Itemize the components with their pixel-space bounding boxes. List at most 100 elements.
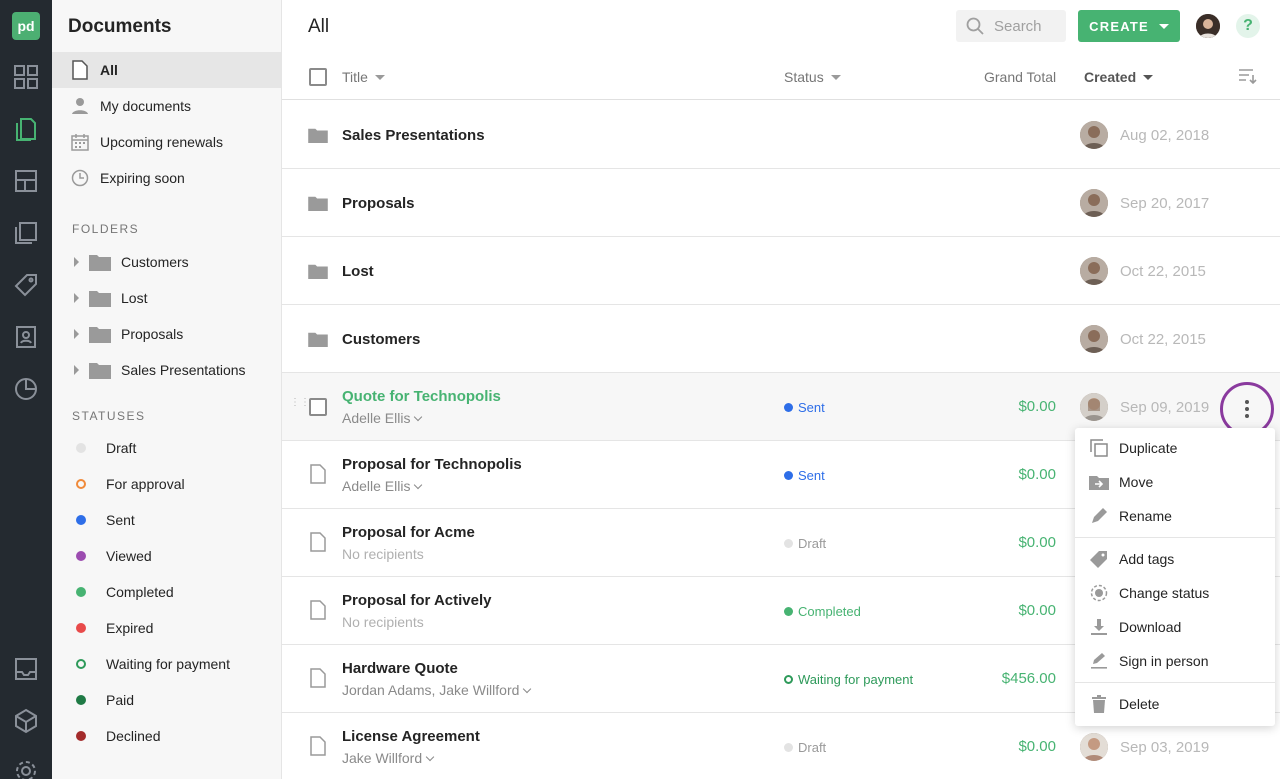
status-badge: Draft — [784, 740, 826, 755]
menu-divider — [1075, 537, 1275, 538]
status-dot — [76, 695, 86, 705]
status-badge: Waiting for payment — [784, 672, 913, 687]
sidebar-status-completed[interactable]: Completed — [52, 574, 281, 610]
created-date: Sep 09, 2019 — [1120, 399, 1210, 416]
documents-icon[interactable] — [13, 116, 39, 142]
sidebar-status-sent[interactable]: Sent — [52, 502, 281, 538]
sidebar-status-for-approval[interactable]: For approval — [52, 466, 281, 502]
menu-item-change-status[interactable]: Change status — [1075, 576, 1275, 610]
status-label: Sent — [798, 400, 825, 415]
sidebar-item-upcoming-renewals[interactable]: Upcoming renewals — [52, 124, 281, 160]
row-title[interactable]: Proposal for Actively — [342, 592, 492, 609]
sidebar-status-draft[interactable]: Draft — [52, 430, 281, 466]
row-title[interactable]: Hardware Quote — [342, 660, 458, 677]
sidebar-title: Documents — [68, 16, 172, 37]
row-title[interactable]: Proposal for Acme — [342, 524, 475, 541]
status-dot — [76, 515, 86, 525]
folder-label: Lost — [121, 290, 148, 306]
column-title[interactable]: Title — [342, 69, 385, 85]
sidebar-status-viewed[interactable]: Viewed — [52, 538, 281, 574]
person-icon — [70, 96, 90, 116]
dashboard-icon[interactable] — [13, 64, 39, 90]
row-title[interactable]: Lost — [342, 263, 374, 280]
menu-item-move[interactable]: Move — [1075, 465, 1275, 499]
catalog-icon[interactable] — [13, 272, 39, 298]
column-created[interactable]: Created — [1084, 69, 1154, 85]
folder-label: Proposals — [121, 326, 184, 342]
sidebar-folder-sales-presentations[interactable]: Sales Presentations — [52, 352, 281, 388]
row-context-menu: Duplicate Move Rename Add tags Change st… — [1075, 428, 1275, 726]
search-input[interactable]: Search — [956, 10, 1066, 42]
search-icon — [966, 17, 984, 35]
sidebar-status-declined[interactable]: Declined — [52, 718, 281, 754]
recipients-dropdown[interactable]: Jake Willford — [342, 750, 435, 766]
user-avatar[interactable] — [1196, 14, 1220, 38]
row-title[interactable]: Quote for Technopolis — [342, 388, 501, 405]
table-row-folder[interactable]: Proposals Sep 20, 2017 — [282, 169, 1280, 237]
status-dot — [76, 659, 86, 669]
drag-handle-icon[interactable]: ⋮⋮ — [290, 398, 310, 408]
recipients-dropdown[interactable]: Adelle Ellis — [342, 410, 423, 426]
app-rail: pd — [0, 0, 52, 779]
menu-item-add-tags[interactable]: Add tags — [1075, 542, 1275, 576]
menu-item-delete[interactable]: Delete — [1075, 687, 1275, 721]
table-row-folder[interactable]: Customers Oct 22, 2015 — [282, 305, 1280, 373]
menu-item-rename[interactable]: Rename — [1075, 499, 1275, 533]
integrations-icon[interactable] — [13, 708, 39, 734]
expand-caret-icon[interactable] — [74, 293, 79, 303]
column-settings-icon[interactable] — [1238, 68, 1258, 84]
menu-item-duplicate[interactable]: Duplicate — [1075, 431, 1275, 465]
table-row-folder[interactable]: Sales Presentations Aug 02, 2018 — [282, 101, 1280, 169]
create-button[interactable]: CREATE — [1078, 10, 1180, 42]
status-badge: Completed — [784, 604, 861, 619]
expand-caret-icon[interactable] — [74, 329, 79, 339]
expand-caret-icon[interactable] — [74, 257, 79, 267]
sort-icon — [374, 74, 385, 80]
row-checkbox[interactable] — [309, 398, 327, 416]
sidebar-status-paid[interactable]: Paid — [52, 682, 281, 718]
help-button[interactable]: ? — [1236, 14, 1260, 38]
column-label: Title — [342, 69, 368, 85]
sidebar-folder-lost[interactable]: Lost — [52, 280, 281, 316]
status-label: For approval — [106, 476, 185, 492]
menu-divider — [1075, 682, 1275, 683]
chevron-down-icon — [414, 480, 423, 489]
row-title[interactable]: Sales Presentations — [342, 127, 485, 144]
menu-item-label: Add tags — [1119, 551, 1175, 567]
sidebar-status-waiting-for-payment[interactable]: Waiting for payment — [52, 646, 281, 682]
row-title[interactable]: Proposal for Technopolis — [342, 456, 522, 473]
chevron-down-icon — [523, 684, 532, 693]
sidebar-folder-customers[interactable]: Customers — [52, 244, 281, 280]
table-row-folder[interactable]: Lost Oct 22, 2015 — [282, 237, 1280, 305]
expand-caret-icon[interactable] — [74, 365, 79, 375]
row-title[interactable]: Customers — [342, 331, 420, 348]
content-library-icon[interactable] — [13, 220, 39, 246]
sidebar-item-expiring-soon[interactable]: Expiring soon — [52, 160, 281, 196]
recipients-label: Jordan Adams, Jake Willford — [342, 682, 520, 698]
contacts-icon[interactable] — [13, 324, 39, 350]
sort-icon — [830, 74, 841, 80]
sidebar-status-expired[interactable]: Expired — [52, 610, 281, 646]
row-title[interactable]: License Agreement — [342, 728, 480, 745]
column-status[interactable]: Status — [784, 69, 841, 85]
pandadoc-logo[interactable]: pd — [12, 12, 40, 40]
menu-item-label: Rename — [1119, 508, 1172, 524]
templates-icon[interactable] — [13, 168, 39, 194]
sidebar-item-all[interactable]: All — [52, 52, 281, 88]
settings-icon[interactable] — [13, 758, 39, 779]
menu-item-download[interactable]: Download — [1075, 610, 1275, 644]
reports-icon[interactable] — [13, 376, 39, 402]
recipients-dropdown[interactable]: Jordan Adams, Jake Willford — [342, 682, 532, 698]
row-title[interactable]: Proposals — [342, 195, 415, 212]
menu-item-sign-in-person[interactable]: Sign in person — [1075, 644, 1275, 678]
avatar — [1080, 393, 1108, 421]
column-grand-total[interactable]: Grand Total — [984, 69, 1056, 85]
recipients-dropdown[interactable]: Adelle Ellis — [342, 478, 423, 494]
status-label: Completed — [106, 584, 174, 600]
sidebar-folder-proposals[interactable]: Proposals — [52, 316, 281, 352]
inbox-icon[interactable] — [13, 656, 39, 682]
sidebar-item-my-documents[interactable]: My documents — [52, 88, 281, 124]
status-dot — [76, 443, 86, 453]
select-all-checkbox[interactable] — [309, 68, 327, 86]
folder-icon — [89, 327, 111, 343]
